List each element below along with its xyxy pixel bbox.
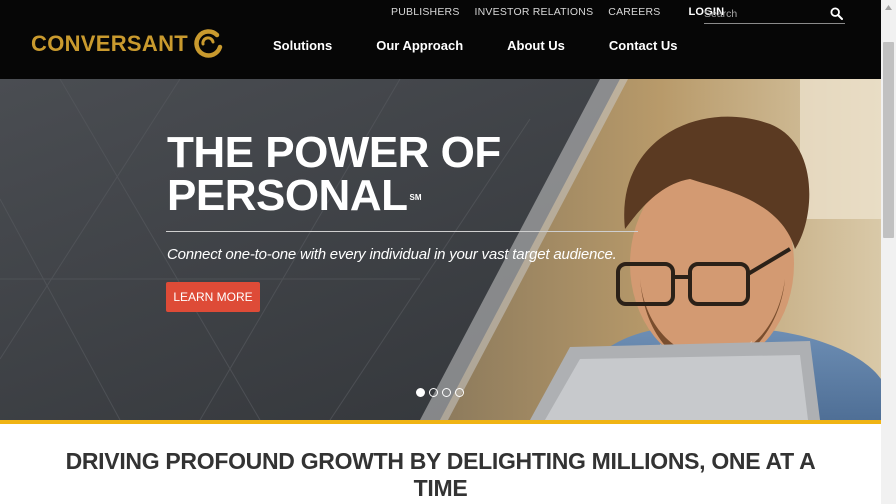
conversant-logo-mark-icon	[194, 29, 223, 58]
hero-title-line-2: PERSONAL	[167, 171, 408, 220]
slider-dot-1[interactable]	[416, 388, 425, 397]
utility-nav: PUBLISHERS INVESTOR RELATIONS CAREERS LO…	[391, 6, 724, 18]
util-link-careers[interactable]: CAREERS	[608, 6, 660, 18]
search-input[interactable]	[704, 4, 822, 23]
util-link-publishers[interactable]: PUBLISHERS	[391, 6, 460, 18]
hero-subtitle: Connect one-to-one with every individual…	[167, 246, 617, 263]
search-icon[interactable]	[830, 7, 843, 20]
hero-title-line-2-wrap: PERSONAL SM	[167, 171, 501, 220]
hero-slider: THE POWER OF PERSONAL SM Connect one-to-o…	[0, 79, 881, 420]
service-mark: SM	[409, 193, 422, 202]
scrollbar-thumb[interactable]	[883, 42, 894, 238]
nav-item-contact-us[interactable]: Contact Us	[609, 38, 678, 53]
hero-headline: THE POWER OF PERSONAL SM	[167, 128, 501, 220]
site-header: PUBLISHERS INVESTOR RELATIONS CAREERS LO…	[0, 0, 881, 79]
tagline-heading: DRIVING PROFOUND GROWTH BY DELIGHTING MI…	[65, 448, 816, 501]
slider-dots	[416, 388, 468, 397]
main-nav: Solutions Our Approach About Us Contact …	[273, 38, 722, 53]
nav-item-solutions[interactable]: Solutions	[273, 38, 332, 53]
nav-item-our-approach[interactable]: Our Approach	[376, 38, 463, 53]
scroll-up-arrow-icon[interactable]	[881, 0, 896, 15]
slider-dot-4[interactable]	[455, 388, 464, 397]
slider-dot-3[interactable]	[442, 388, 451, 397]
util-link-investor-relations[interactable]: INVESTOR RELATIONS	[475, 6, 594, 18]
learn-more-button[interactable]: LEARN MORE	[166, 282, 260, 312]
accent-bar	[0, 420, 881, 424]
logo-text: CONVERSANT	[31, 31, 189, 56]
site-logo[interactable]: CONVERSANT	[31, 27, 225, 61]
hero-divider	[166, 231, 638, 232]
hero-title-line-1: THE POWER OF	[167, 128, 501, 177]
hero-title: THE POWER OF PERSONAL SM	[167, 128, 501, 220]
page: PUBLISHERS INVESTOR RELATIONS CAREERS LO…	[0, 0, 896, 504]
nav-item-about-us[interactable]: About Us	[507, 38, 565, 53]
search-box	[704, 4, 845, 24]
page-scrollbar[interactable]	[881, 0, 896, 504]
slider-dot-2[interactable]	[429, 388, 438, 397]
